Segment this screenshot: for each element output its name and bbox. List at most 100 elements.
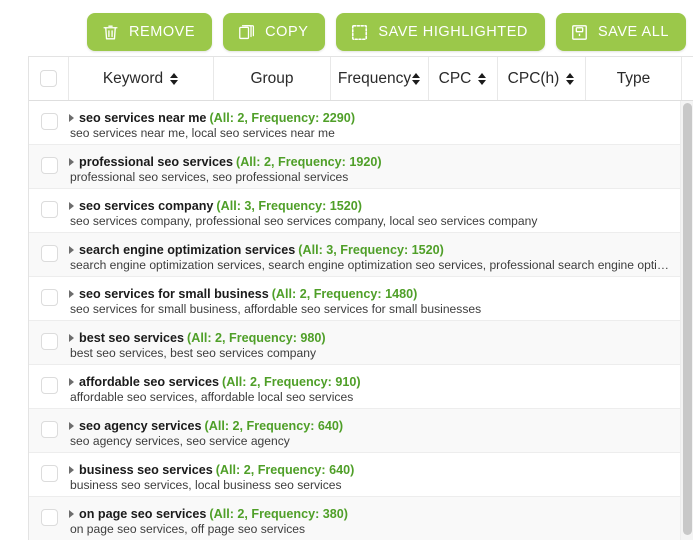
expand-triangle-icon[interactable] — [69, 466, 74, 474]
table-row[interactable]: professional seo services (All: 2, Freque… — [29, 145, 693, 189]
row-subkeywords: best seo services, best seo services com… — [70, 346, 317, 360]
row-checkbox[interactable] — [40, 333, 58, 350]
column-header-cpch[interactable]: CPC(h) — [498, 57, 586, 100]
row-keyword-cell: seo services for small business (All: 2, … — [69, 287, 693, 316]
row-keyword-line: affordable seo services (All: 2, Frequenc… — [69, 375, 669, 389]
row-keyword-line: seo services for small business (All: 2, … — [69, 287, 669, 301]
table-body: seo services near me (All: 2, Frequency: … — [29, 101, 693, 540]
row-subkeywords: business seo services, local business se… — [70, 478, 342, 492]
row-keyword-cell: search engine optimization services (All:… — [69, 243, 693, 272]
column-header-type[interactable]: Type — [586, 57, 682, 100]
header-scroll-spacer — [682, 57, 693, 100]
row-keyword-cell: business seo services (All: 2, Frequency:… — [69, 463, 693, 492]
row-keyword-name: seo agency services — [79, 419, 202, 433]
row-subkeywords: on page seo services, off page seo servi… — [70, 522, 306, 536]
save-highlighted-button-label: SAVE HIGHLIGHTED — [378, 24, 528, 41]
row-keyword-stats: (All: 3, Frequency: 1520) — [298, 243, 444, 257]
table-row[interactable]: seo services company (All: 3, Frequency: … — [29, 189, 693, 233]
row-keyword-line: on page seo services (All: 2, Frequency: … — [69, 507, 669, 521]
row-checkbox[interactable] — [40, 245, 58, 262]
table-row[interactable]: search engine optimization services (All:… — [29, 233, 693, 277]
column-header-keyword[interactable]: Keyword — [69, 57, 214, 100]
table-row[interactable]: seo services for small business (All: 2, … — [29, 277, 693, 321]
row-checkbox[interactable] — [40, 113, 58, 130]
column-header-frequency[interactable]: Frequency — [331, 57, 429, 100]
trash-icon — [101, 23, 120, 42]
row-keyword-cell: on page seo services (All: 2, Frequency: … — [69, 507, 693, 536]
dashed-square-icon — [350, 23, 369, 42]
row-subkeywords: seo services near me, local seo services… — [70, 126, 335, 140]
column-header-group-label: Group — [250, 69, 294, 87]
row-keyword-name: seo services near me — [79, 111, 207, 125]
row-checkbox-cell — [29, 331, 69, 350]
row-keyword-name: business seo services — [79, 463, 213, 477]
row-checkbox-cell — [29, 287, 69, 306]
expand-triangle-icon[interactable] — [69, 158, 74, 166]
table-row[interactable]: business seo services (All: 2, Frequency:… — [29, 453, 693, 497]
sort-frequency-icon[interactable] — [412, 72, 421, 86]
row-keyword-line: best seo services (All: 2, Frequency: 980… — [69, 331, 669, 345]
copy-icon — [237, 23, 256, 42]
row-checkbox-cell — [29, 155, 69, 174]
table-row[interactable]: best seo services (All: 2, Frequency: 980… — [29, 321, 693, 365]
sort-cpch-icon[interactable] — [566, 72, 575, 86]
row-keyword-stats: (All: 2, Frequency: 640) — [204, 419, 344, 433]
column-header-group[interactable]: Group — [214, 57, 331, 100]
table-row[interactable]: seo services near me (All: 2, Frequency: … — [29, 101, 693, 145]
copy-button[interactable]: COPY — [223, 13, 326, 51]
select-all-checkbox[interactable] — [40, 70, 57, 87]
sort-keyword-icon[interactable] — [170, 72, 179, 86]
row-checkbox-cell — [29, 375, 69, 394]
row-keyword-cell: seo agency services (All: 2, Frequency: 6… — [69, 419, 693, 448]
row-keyword-cell: seo services company (All: 3, Frequency: … — [69, 199, 693, 228]
remove-button[interactable]: REMOVE — [86, 13, 213, 51]
vertical-scrollbar-thumb[interactable] — [683, 103, 692, 535]
row-checkbox[interactable] — [40, 201, 58, 218]
expand-triangle-icon[interactable] — [69, 378, 74, 386]
row-keyword-stats: (All: 2, Frequency: 910) — [222, 375, 361, 389]
row-subkeywords: seo agency services, seo service agency — [70, 434, 290, 448]
expand-triangle-icon[interactable] — [69, 510, 74, 518]
row-keyword-stats: (All: 2, Frequency: 2290) — [209, 111, 356, 125]
row-keyword-name: best seo services — [79, 331, 185, 345]
row-keyword-line: professional seo services (All: 2, Freque… — [69, 155, 669, 169]
keywords-table: Keyword Group Frequency CPC CPC(h) Type — [28, 56, 693, 540]
row-checkbox-cell — [29, 243, 69, 262]
row-keyword-cell: best seo services (All: 2, Frequency: 980… — [69, 331, 693, 360]
row-checkbox-cell — [29, 463, 69, 482]
row-checkbox[interactable] — [40, 509, 58, 526]
expand-triangle-icon[interactable] — [69, 422, 74, 430]
row-checkbox[interactable] — [40, 377, 58, 394]
table-row[interactable]: seo agency services (All: 2, Frequency: 6… — [29, 409, 693, 453]
row-keyword-cell: seo services near me (All: 2, Frequency: … — [69, 111, 693, 140]
row-keyword-line: search engine optimization services (All:… — [69, 243, 669, 257]
row-keyword-name: professional seo services — [79, 155, 234, 169]
expand-triangle-icon[interactable] — [69, 114, 74, 122]
row-keyword-stats: (All: 2, Frequency: 1920) — [236, 155, 382, 169]
row-checkbox[interactable] — [40, 289, 58, 306]
keyword-grouper-panel: REMOVE COPY SAVE HIGHLIGHTED SAVE ALL Ke… — [0, 0, 700, 540]
expand-triangle-icon[interactable] — [69, 202, 74, 210]
save-all-button[interactable]: SAVE ALL — [555, 13, 686, 51]
column-header-frequency-label: Frequency — [337, 69, 412, 87]
table-row[interactable]: affordable seo services (All: 2, Frequenc… — [29, 365, 693, 409]
row-keyword-cell: professional seo services (All: 2, Freque… — [69, 155, 693, 184]
table-row[interactable]: on page seo services (All: 2, Frequency: … — [29, 497, 693, 540]
column-header-cpc[interactable]: CPC — [429, 57, 498, 100]
expand-triangle-icon[interactable] — [69, 334, 74, 342]
row-subkeywords: search engine optimization services, sea… — [70, 258, 669, 272]
row-subkeywords: seo services for small business, afforda… — [70, 302, 482, 316]
row-keyword-line: seo agency services (All: 2, Frequency: 6… — [69, 419, 669, 433]
expand-triangle-icon[interactable] — [69, 290, 74, 298]
save-highlighted-button[interactable]: SAVE HIGHLIGHTED — [336, 13, 545, 51]
vertical-scrollbar[interactable] — [680, 101, 693, 540]
row-keyword-name: search engine optimization services — [79, 243, 296, 257]
row-checkbox[interactable] — [40, 421, 58, 438]
expand-triangle-icon[interactable] — [69, 246, 74, 254]
row-checkbox[interactable] — [40, 157, 58, 174]
row-checkbox[interactable] — [40, 465, 58, 482]
sort-cpc-icon[interactable] — [478, 72, 487, 86]
row-keyword-stats: (All: 3, Frequency: 1520) — [216, 199, 362, 213]
table-header-row: Keyword Group Frequency CPC CPC(h) Type — [29, 57, 693, 101]
row-keyword-name: affordable seo services — [79, 375, 220, 389]
